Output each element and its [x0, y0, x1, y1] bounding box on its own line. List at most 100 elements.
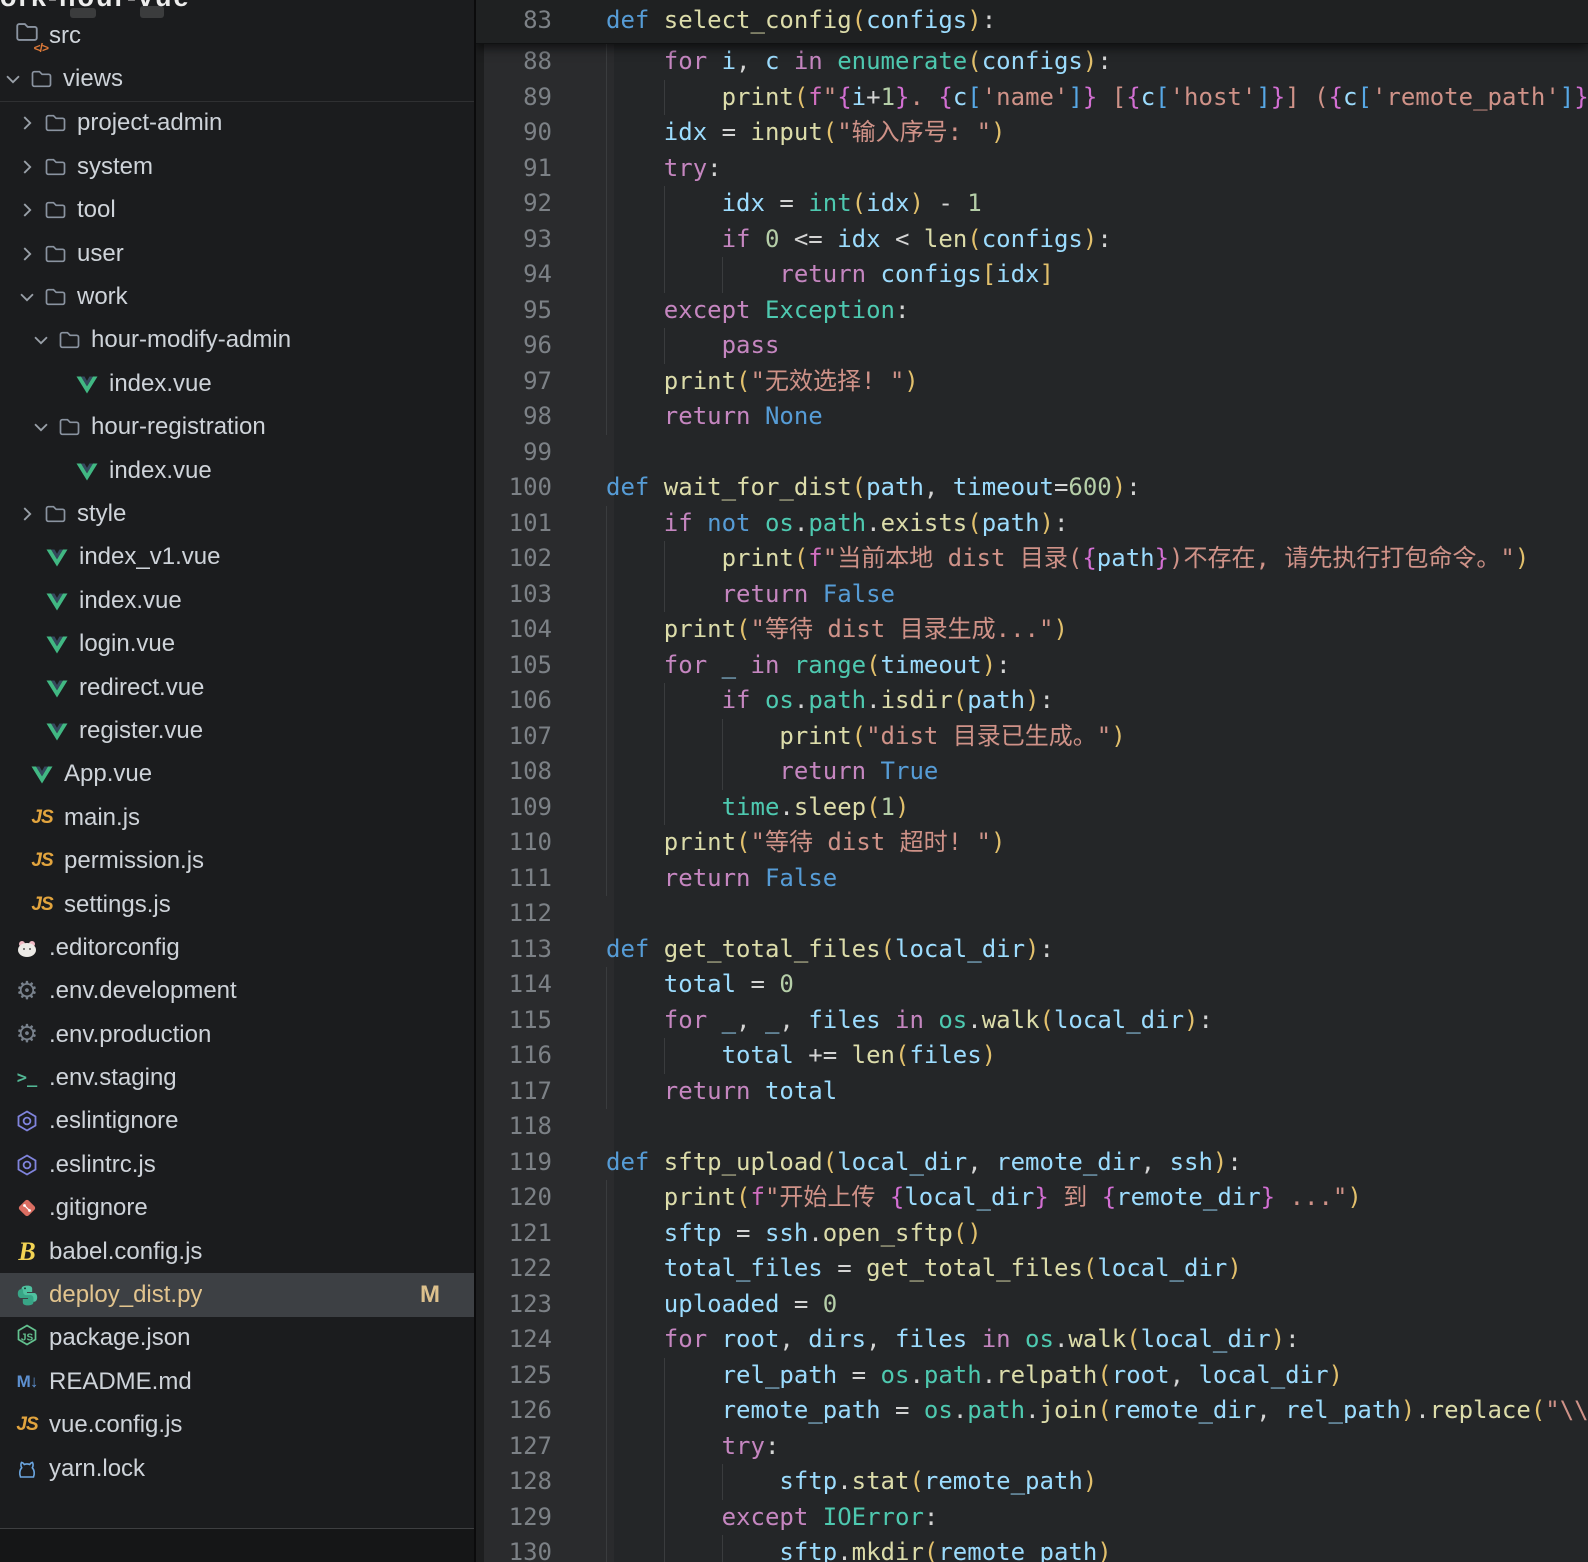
sidebar-item-babel-config-js[interactable]: Bbabel.config.js: [0, 1230, 474, 1273]
sidebar-item-app-vue[interactable]: App.vue: [0, 753, 474, 796]
chevron-right-icon[interactable]: [14, 503, 40, 525]
code-line[interactable]: 129except IOError:: [476, 1500, 1588, 1536]
token: <=: [779, 222, 837, 258]
token: ,: [1170, 1358, 1199, 1394]
sidebar-item-yarn-lock[interactable]: yarn.lock: [0, 1447, 474, 1490]
code-text: total = 0: [606, 967, 1588, 1003]
chevron-right-icon[interactable]: [14, 156, 40, 178]
token: remote_dir: [996, 1145, 1141, 1181]
code-line[interactable]: 90idx = input("输入序号: "): [476, 115, 1588, 151]
sidebar-item--gitignore[interactable]: .gitignore: [0, 1187, 474, 1230]
code-line[interactable]: 100def wait_for_dist(path, timeout=600):: [476, 470, 1588, 506]
code-line[interactable]: 103return False: [476, 577, 1588, 613]
code-line[interactable]: 126remote_path = os.path.join(remote_dir…: [476, 1393, 1588, 1429]
sidebar-item--eslintrc-js[interactable]: .eslintrc.js: [0, 1143, 474, 1186]
chevron-down-icon[interactable]: [14, 286, 40, 308]
sidebar-item-login-vue[interactable]: login.vue: [0, 622, 474, 665]
code-line[interactable]: 109time.sleep(1): [476, 790, 1588, 826]
code-line[interactable]: 115for _, _, files in os.walk(local_dir)…: [476, 1003, 1588, 1039]
code-line[interactable]: 116total += len(files): [476, 1038, 1588, 1074]
sidebar-item-package-json[interactable]: JSpackage.json: [0, 1317, 474, 1360]
token: ]: [1560, 80, 1574, 116]
code-line[interactable]: 104print("等待 dist 目录生成..."): [476, 612, 1588, 648]
chevron-right-icon[interactable]: [14, 112, 40, 134]
code-line[interactable]: 128sftp.stat(remote_path): [476, 1464, 1588, 1500]
code-line[interactable]: 97print("无效选择! "): [476, 364, 1588, 400]
code-line[interactable]: 96pass: [476, 328, 1588, 364]
vue-icon: [42, 545, 72, 569]
indent-guide: [606, 1464, 664, 1500]
sidebar-item-views[interactable]: views: [0, 57, 474, 101]
sidebar-item-hour-modify-admin[interactable]: hour-modify-admin: [0, 319, 474, 362]
folder-icon: [40, 155, 70, 179]
sidebar-item-tool[interactable]: tool: [0, 189, 474, 232]
code-line[interactable]: 102print(f"当前本地 dist 目录({path})不存在, 请先执行…: [476, 541, 1588, 577]
code-line[interactable]: 130sftp.mkdir(remote_path): [476, 1535, 1588, 1562]
code-line[interactable]: 98return None: [476, 399, 1588, 435]
code-line[interactable]: 94return configs[idx]: [476, 257, 1588, 293]
code-line[interactable]: 88for i, c in enumerate(configs):: [476, 44, 1588, 80]
chevron-down-icon[interactable]: [28, 416, 54, 438]
sidebar-item-main-js[interactable]: JSmain.js: [0, 796, 474, 839]
sidebar-item--env-production[interactable]: ⚙.env.production: [0, 1013, 474, 1056]
code-line[interactable]: 110print("等待 dist 超时! "): [476, 825, 1588, 861]
terminal-icon: >_: [12, 1068, 42, 1088]
code-line[interactable]: 111return False: [476, 861, 1588, 897]
sidebar-item-settings-js[interactable]: JSsettings.js: [0, 883, 474, 926]
code-line[interactable]: 114total = 0: [476, 967, 1588, 1003]
indent-guide: [664, 683, 722, 719]
code-line[interactable]: 95except Exception:: [476, 293, 1588, 329]
code-line[interactable]: 113def get_total_files(local_dir):: [476, 932, 1588, 968]
sidebar-item-vue-config-js[interactable]: JSvue.config.js: [0, 1404, 474, 1447]
code-line[interactable]: 120print(f"开始上传 {local_dir} 到 {remote_di…: [476, 1180, 1588, 1216]
chevron-right-icon[interactable]: [14, 199, 40, 221]
sidebar-item-index-vue[interactable]: index.vue: [0, 449, 474, 492]
code-line[interactable]: 125rel_path = os.path.relpath(root, loca…: [476, 1358, 1588, 1394]
code-line[interactable]: 101if not os.path.exists(path):: [476, 506, 1588, 542]
sidebar-item-project-admin[interactable]: project-admin: [0, 102, 474, 145]
sidebar-item-system[interactable]: system: [0, 145, 474, 188]
chevron-right-icon[interactable]: [14, 243, 40, 265]
code-line[interactable]: 121sftp = ssh.open_sftp(): [476, 1216, 1588, 1252]
chevron-down-icon[interactable]: [0, 68, 26, 90]
code-line[interactable]: 122total_files = get_total_files(local_d…: [476, 1251, 1588, 1287]
code-line[interactable]: 118: [476, 1109, 1588, 1145]
sidebar-item-index-v1-vue[interactable]: index_v1.vue: [0, 536, 474, 579]
sidebar-item-redirect-vue[interactable]: redirect.vue: [0, 666, 474, 709]
line-number: 95: [476, 293, 552, 329]
code-line[interactable]: 99: [476, 435, 1588, 471]
sidebar-item-register-vue[interactable]: register.vue: [0, 709, 474, 752]
sidebar-item-permission-js[interactable]: JSpermission.js: [0, 839, 474, 882]
sidebar-item-src[interactable]: </>src: [0, 14, 474, 57]
code-line[interactable]: 105for _ in range(timeout):: [476, 648, 1588, 684]
sidebar-item-readme-md[interactable]: M↓README.md: [0, 1360, 474, 1403]
sidebar-item-deploy-dist-py[interactable]: deploy_dist.pyM: [0, 1273, 474, 1316]
sidebar-item--env-development[interactable]: ⚙.env.development: [0, 970, 474, 1013]
code-line[interactable]: 92idx = int(idx) - 1: [476, 186, 1588, 222]
sticky-function-header[interactable]: 83def select_config(configs):: [476, 0, 1588, 44]
sidebar-item--editorconfig[interactable]: .editorconfig: [0, 926, 474, 969]
code-line[interactable]: 117return total: [476, 1074, 1588, 1110]
code-line[interactable]: 119def sftp_upload(local_dir, remote_dir…: [476, 1145, 1588, 1181]
code-line[interactable]: 123uploaded = 0: [476, 1287, 1588, 1323]
code-editor-pane[interactable]: 88for i, c in enumerate(configs):89print…: [476, 0, 1588, 1562]
sidebar-item-work[interactable]: work: [0, 275, 474, 318]
code-line[interactable]: 127try:: [476, 1429, 1588, 1465]
code-line[interactable]: 93if 0 <= idx < len(configs):: [476, 222, 1588, 258]
token: ): [1271, 1322, 1285, 1358]
code-line[interactable]: 106if os.path.isdir(path):: [476, 683, 1588, 719]
sidebar-item-style[interactable]: style: [0, 492, 474, 535]
code-line[interactable]: 89print(f"{i+1}. {c['name']} [{c['host']…: [476, 80, 1588, 116]
chevron-down-icon[interactable]: [28, 329, 54, 351]
sidebar-item-hour-registration[interactable]: hour-registration: [0, 406, 474, 449]
code-line[interactable]: 107print("dist 目录已生成。"): [476, 719, 1588, 755]
code-line[interactable]: 124for root, dirs, files in os.walk(loca…: [476, 1322, 1588, 1358]
code-line[interactable]: 91try:: [476, 151, 1588, 187]
code-line[interactable]: 112: [476, 896, 1588, 932]
sidebar-item-index-vue[interactable]: index.vue: [0, 362, 474, 405]
sidebar-item-user[interactable]: user: [0, 232, 474, 275]
sidebar-item--eslintignore[interactable]: .eslintignore: [0, 1100, 474, 1143]
sidebar-item--env-staging[interactable]: >_.env.staging: [0, 1056, 474, 1099]
code-line[interactable]: 108return True: [476, 754, 1588, 790]
sidebar-item-index-vue[interactable]: index.vue: [0, 579, 474, 622]
